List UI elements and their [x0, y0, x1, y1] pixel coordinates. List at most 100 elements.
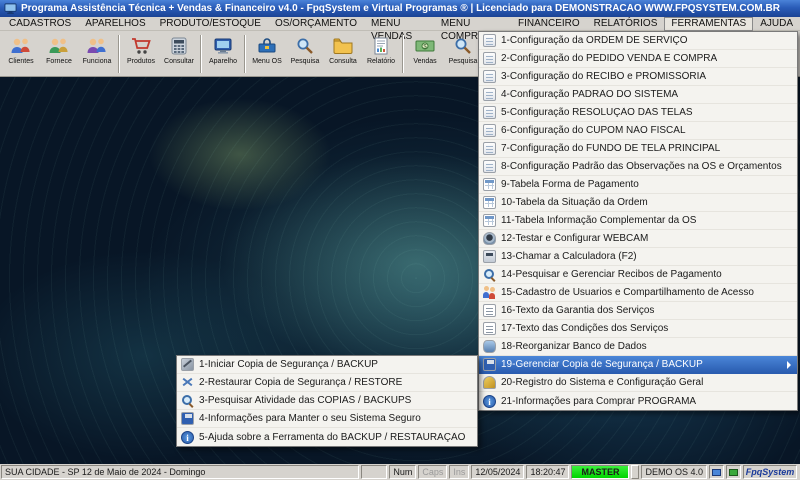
search-icon: [294, 35, 316, 57]
submenu-item-informacoes-seguranca[interactable]: 4-Informações para Manter o seu Sistema …: [177, 410, 477, 428]
products-label: Produtos: [126, 58, 156, 65]
config-doc-icon: [483, 124, 496, 137]
products-button[interactable]: Produtos: [122, 32, 160, 76]
title-bar: Programa Assistência Técnica + Vendas & …: [0, 0, 800, 17]
config-doc-icon: [483, 142, 496, 155]
tools-icon: [181, 358, 194, 371]
menu-item-config-resolucao[interactable]: 5-Configuração RESOLUÇÃO DAS TELAS: [479, 104, 797, 122]
submenu-item-ajuda-backup[interactable]: 5-Ajuda sobre a Ferramenta do BACKUP / R…: [177, 428, 477, 446]
os-consult-button[interactable]: Consulta: [324, 32, 362, 76]
search-icon: [452, 35, 474, 57]
menu-aparelhos[interactable]: APARELHOS: [78, 17, 152, 31]
status-caps-lock: Caps: [418, 465, 448, 479]
menu-os-label: Menu OS: [252, 58, 282, 65]
report-icon: [370, 35, 392, 57]
table-icon: [483, 178, 496, 191]
search-icon: [483, 268, 496, 281]
menu-os-orcamento[interactable]: OS/ORÇAMENTO: [268, 17, 364, 31]
menu-item-gerenciar-backup[interactable]: 19-Gerenciar Copia de Segurança / BACKUP: [479, 356, 797, 374]
toolbox-icon: [256, 35, 278, 57]
status-time: 18:20:47: [526, 465, 570, 479]
ferramentas-dropdown: 1-Configuração da ORDEM DE SERVIÇO 2-Con…: [478, 31, 798, 411]
menu-compras[interactable]: MENU COMPRAS: [434, 17, 511, 42]
device-label: Aparelho: [208, 58, 238, 65]
sales-search-button[interactable]: Pesquisa: [444, 32, 482, 76]
app-icon: [4, 3, 17, 14]
info-icon: [483, 394, 496, 408]
menu-item-comprar-programa[interactable]: 21-Informações para Comprar PROGRAMA: [479, 392, 797, 410]
status-date: 12/05/2024: [471, 465, 525, 479]
menu-item-config-cupom[interactable]: 6-Configuração do CUPOM NÃO FISCAL: [479, 122, 797, 140]
status-location: SUA CIDADE - SP 12 de Maio de 2024 - Dom…: [1, 465, 359, 479]
menu-item-config-observacoes[interactable]: 8-Configuração Padrão das Observações na…: [479, 158, 797, 176]
menu-item-registro-sistema[interactable]: 20-Registro do Sistema e Configuração Ge…: [479, 374, 797, 392]
menu-relatorios[interactable]: RELATÓRIOS: [587, 17, 665, 31]
config-doc-icon: [483, 106, 496, 119]
suppliers-button[interactable]: Fornece: [40, 32, 78, 76]
menu-item-calculadora[interactable]: 13-Chamar a Calculadora (F2): [479, 248, 797, 266]
consult-products-label: Consultar: [164, 58, 194, 65]
backup-submenu: 1-Iniciar Copia de Segurança / BACKUP 2-…: [176, 355, 478, 447]
window-title: Programa Assistência Técnica + Vendas & …: [21, 3, 780, 14]
status-user-badge: MASTER: [571, 465, 630, 479]
submenu-item-restaurar-restore[interactable]: 2-Restaurar Copia de Segurança / RESTORE: [177, 374, 477, 392]
menu-item-pesquisar-recibos[interactable]: 14-Pesquisar e Gerenciar Recibos de Paga…: [479, 266, 797, 284]
sales-search-label: Pesquisa: [448, 58, 478, 65]
suppliers-label: Fornece: [46, 58, 72, 65]
os-search-button[interactable]: Pesquisa: [286, 32, 324, 76]
status-monitor-icon: [709, 465, 724, 479]
menu-item-config-fundo-tela[interactable]: 7-Configuração do FUNDO DE TELA PRINCIPA…: [479, 140, 797, 158]
clients-button[interactable]: Clientes: [2, 32, 40, 76]
menu-os-button[interactable]: Menu OS: [248, 32, 286, 76]
text-icon: [483, 322, 496, 335]
status-spacer: [361, 465, 388, 479]
toolbar-separator: [200, 35, 202, 73]
menu-item-webcam[interactable]: 12-Testar e Configurar WEBCAM: [479, 230, 797, 248]
submenu-item-iniciar-backup[interactable]: 1-Iniciar Copia de Segurança / BACKUP: [177, 356, 477, 374]
menu-item-cadastro-usuarios[interactable]: 15-Cadastro de Usuarios e Compartilhamen…: [479, 284, 797, 302]
employees-label: Funciona: [82, 58, 112, 65]
toolbar-separator: [402, 35, 404, 73]
consult-products-button[interactable]: Consultar: [160, 32, 198, 76]
restore-icon: [181, 376, 194, 389]
config-doc-icon: [483, 70, 496, 83]
monitor-icon: [212, 35, 234, 57]
os-report-button[interactable]: Relatório: [362, 32, 400, 76]
suppliers-icon: [48, 35, 70, 57]
calculator-icon: [168, 35, 190, 57]
menu-item-tabela-situacao[interactable]: 10-Tabela da Situação da Ordem: [479, 194, 797, 212]
submenu-arrow-icon: [787, 360, 791, 369]
cart-icon: [130, 35, 152, 57]
menu-ferramentas[interactable]: FERRAMENTAS: [664, 16, 754, 31]
menu-produto-estoque[interactable]: PRODUTO/ESTOQUE: [153, 17, 268, 31]
menu-item-config-pedido[interactable]: 2-Configuração do PEDIDO VENDA E COMPRA: [479, 50, 797, 68]
toolbar-separator: [244, 35, 246, 73]
backup-disk-icon: [483, 358, 496, 371]
menu-item-config-recibo[interactable]: 3-Configuração do RECIBO e PROMISSÓRIA: [479, 68, 797, 86]
submenu-item-pesquisar-copias[interactable]: 3-Pesquisar Atividade das COPIAS / BACKU…: [177, 392, 477, 410]
config-doc-icon: [483, 160, 496, 173]
employees-button[interactable]: Funciona: [78, 32, 116, 76]
menu-item-tabela-pagamento[interactable]: 9-Tabela Forma de Pagamento: [479, 176, 797, 194]
menu-financeiro[interactable]: FINANCEIRO: [511, 17, 587, 31]
backup-disk-icon: [181, 412, 194, 425]
menu-cadastros[interactable]: CADASTROS: [2, 17, 78, 31]
menu-vendas[interactable]: MENU VENDAS: [364, 17, 434, 42]
menu-item-tabela-info-complementar[interactable]: 11-Tabela Informação Complementar da OS: [479, 212, 797, 230]
menu-item-reorganizar-banco[interactable]: 18-Reorganizar Banco de Dados: [479, 338, 797, 356]
sales-button[interactable]: $ Vendas: [406, 32, 444, 76]
os-search-label: Pesquisa: [290, 58, 320, 65]
toolbar-separator: [118, 35, 120, 73]
webcam-icon: [483, 232, 496, 245]
search-icon: [181, 394, 194, 407]
users-icon: [483, 286, 496, 299]
menu-item-texto-condicoes[interactable]: 17-Texto das Condições dos Serviços: [479, 320, 797, 338]
menu-item-texto-garantia[interactable]: 16-Texto da Garantia dos Serviços: [479, 302, 797, 320]
menu-item-config-padrao-sistema[interactable]: 4-Configuração PADRÃO DO SISTEMA: [479, 86, 797, 104]
device-button[interactable]: Aparelho: [204, 32, 242, 76]
status-insert: Ins: [449, 465, 470, 479]
menu-ajuda[interactable]: AJUDA: [753, 17, 800, 31]
money-icon: $: [414, 35, 436, 57]
menu-item-config-ordem-servico[interactable]: 1-Configuração da ORDEM DE SERVIÇO: [479, 32, 797, 50]
employees-icon: [86, 35, 108, 57]
